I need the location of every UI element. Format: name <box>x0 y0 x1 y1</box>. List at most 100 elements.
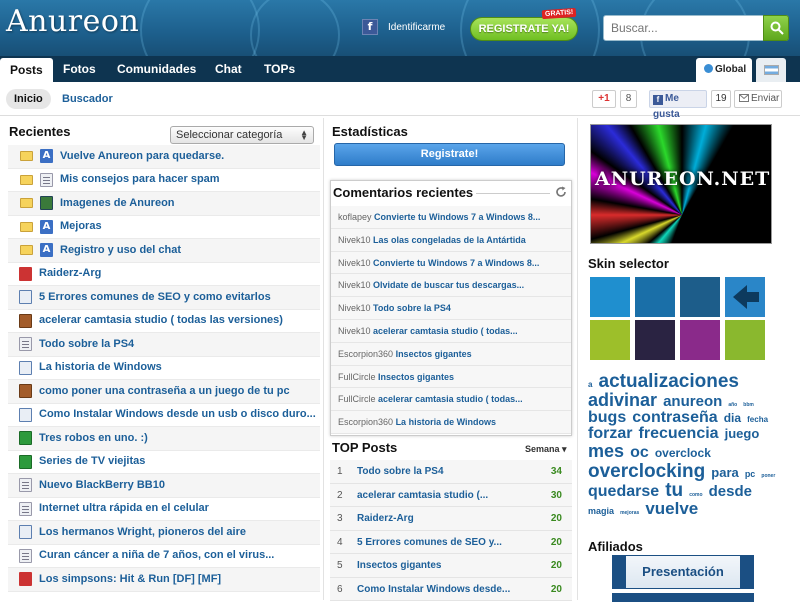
tag-link[interactable]: quedarse <box>588 483 659 500</box>
tag-link[interactable]: adivinar <box>588 390 657 410</box>
comment-item[interactable]: Nivek10 Las olas congeladas de la Antárt… <box>331 228 571 252</box>
send-button[interactable]: Enviar <box>734 90 782 108</box>
top-post-item[interactable]: 6 Como Instalar Windows desde... 20 <box>330 577 572 601</box>
site-logo[interactable]: Anureon <box>6 4 139 39</box>
affiliate-banner[interactable]: Presentación <box>612 555 754 589</box>
tag-link[interactable]: mes <box>588 441 624 461</box>
comment-item[interactable]: FullCircle acelerar camtasia studio ( to… <box>331 388 571 412</box>
tag-link[interactable]: actualizaciones <box>599 371 739 392</box>
comment-post-title[interactable]: Convierte tu Windows 7 a Windows 8... <box>374 212 540 222</box>
comment-item[interactable]: Nivek10 Olvidate de buscar tus descargas… <box>331 274 571 298</box>
tag-link[interactable]: como <box>689 492 702 498</box>
recent-post-item[interactable]: Como Instalar Windows desde un usb o dis… <box>8 404 320 427</box>
skin-swatch[interactable] <box>590 277 630 317</box>
country-selector[interactable] <box>756 58 786 82</box>
tab-tops[interactable]: TOPs <box>254 56 305 82</box>
tab-comunidades[interactable]: Comunidades <box>107 56 206 82</box>
tag-link[interactable]: oc <box>630 444 649 461</box>
tag-link[interactable]: tu <box>665 480 683 501</box>
recent-post-item[interactable]: Mis consejos para hacer spam <box>8 169 320 192</box>
skin-swatch[interactable] <box>590 320 630 360</box>
tag-link[interactable]: anureon <box>663 393 722 410</box>
top-period-select[interactable]: Semana ▾ <box>525 444 567 455</box>
comment-post-title[interactable]: acelerar camtasia studio ( todas... <box>378 394 523 404</box>
comment-item[interactable]: Nivek10 Todo sobre la PS4 <box>331 297 571 320</box>
top-post-item[interactable]: 1 Todo sobre la PS4 34 <box>330 460 572 484</box>
skin-swatch[interactable] <box>725 277 765 317</box>
tag-link[interactable]: año <box>728 402 737 408</box>
recent-post-item[interactable]: Curan cáncer a niña de 7 años, con el vi… <box>8 545 320 568</box>
comment-post-title[interactable]: Olvidate de buscar tus descargas... <box>373 280 524 290</box>
top-post-item[interactable]: 3 Raiderz-Arg 20 <box>330 507 572 531</box>
tag-link[interactable]: bugs <box>588 409 626 426</box>
comment-user[interactable]: FullCircle <box>338 394 376 404</box>
recent-post-item[interactable]: Internet ultra rápida en el celular <box>8 498 320 521</box>
recent-post-item[interactable]: A Mejoras <box>8 216 320 239</box>
skin-swatch[interactable] <box>635 320 675 360</box>
comment-item[interactable]: koflapey Convierte tu Windows 7 a Window… <box>331 206 571 229</box>
recent-post-item[interactable]: como poner una contraseña a un juego de … <box>8 380 320 404</box>
comment-user[interactable]: Nivek10 <box>338 326 371 336</box>
subnav-inicio[interactable]: Inicio <box>6 89 51 109</box>
comment-user[interactable]: Nivek10 <box>338 258 371 268</box>
comment-post-title[interactable]: acelerar camtasia studio ( todas... <box>373 326 518 336</box>
search-input[interactable] <box>604 16 764 40</box>
comment-post-title[interactable]: Insectos gigantes <box>378 372 454 382</box>
refresh-icon[interactable] <box>555 186 567 198</box>
comment-user[interactable]: koflapey <box>338 212 372 222</box>
recent-post-item[interactable]: Nuevo BlackBerry BB10 <box>8 474 320 498</box>
comment-user[interactable]: Escorpion360 <box>338 349 393 359</box>
category-select[interactable]: Seleccionar categoría ▲ ▼ <box>170 126 314 144</box>
comment-item[interactable]: Nivek10 Convierte tu Windows 7 a Windows… <box>331 251 571 275</box>
recent-post-item[interactable]: Los hermanos Wright, pioneros del aire <box>8 521 320 545</box>
comment-user[interactable]: FullCircle <box>338 372 376 382</box>
tag-link[interactable]: bbm <box>743 402 754 408</box>
comment-item[interactable]: Escorpion360 Insectos gigantes <box>331 342 571 366</box>
comment-post-title[interactable]: Todo sobre la PS4 <box>373 303 451 313</box>
recent-post-item[interactable]: Los simpsons: Hit & Run [DF] [MF] <box>8 568 320 592</box>
tag-link[interactable]: pc <box>745 469 756 479</box>
comment-user[interactable]: Nivek10 <box>338 280 371 290</box>
tab-chat[interactable]: Chat <box>205 56 252 82</box>
tag-link[interactable]: frecuencia <box>639 425 719 442</box>
search-button[interactable] <box>763 15 789 41</box>
tag-link[interactable]: para <box>711 465 738 480</box>
top-post-item[interactable]: 4 5 Errores comunes de SEO y... 20 <box>330 530 572 554</box>
register-wide-button[interactable]: Registrate! <box>334 143 565 166</box>
tag-link[interactable]: fecha <box>747 415 768 424</box>
comment-user[interactable]: Nivek10 <box>338 303 371 313</box>
tag-link[interactable]: juego <box>725 426 760 441</box>
recent-post-item[interactable]: Imagenes de Anureon <box>8 192 320 216</box>
tag-link[interactable]: mejoras <box>620 510 639 516</box>
recent-post-item[interactable]: Tres robos en uno. :) <box>8 427 320 451</box>
global-button[interactable]: Global <box>696 58 752 82</box>
facebook-login[interactable]: f Identificarme <box>362 19 445 35</box>
comment-post-title[interactable]: La historia de Windows <box>396 417 496 427</box>
recent-post-item[interactable]: La historia de Windows <box>8 357 320 380</box>
comment-post-title[interactable]: Insectos gigantes <box>396 349 472 359</box>
top-post-item[interactable]: 5 Insectos gigantes 20 <box>330 554 572 578</box>
register-button[interactable]: REGISTRATE YA! <box>470 17 578 41</box>
subnav-buscador[interactable]: Buscador <box>62 89 113 109</box>
tag-link[interactable]: overclocking <box>588 461 705 482</box>
comment-post-title[interactable]: Convierte tu Windows 7 a Windows 8... <box>373 258 539 268</box>
comment-user[interactable]: Escorpion360 <box>338 417 393 427</box>
tag-link[interactable]: desde <box>709 483 752 500</box>
recent-post-item[interactable]: A Vuelve Anureon para quedarse. <box>8 145 320 169</box>
tag-link[interactable]: forzar <box>588 425 632 442</box>
comment-item[interactable]: Nivek10 acelerar camtasia studio ( todas… <box>331 319 571 343</box>
google-plus-button[interactable]: +1 <box>592 90 616 108</box>
comment-item[interactable]: FullCircle Insectos gigantes <box>331 365 571 389</box>
tag-link[interactable]: magia <box>588 506 614 516</box>
recent-post-item[interactable]: A Registro y uso del chat <box>8 239 320 263</box>
comment-user[interactable]: Nivek10 <box>338 235 371 245</box>
comment-post-title[interactable]: Las olas congeladas de la Antártida <box>373 235 526 245</box>
skin-swatch[interactable] <box>725 320 765 360</box>
recent-post-item[interactable]: 5 Errores comunes de SEO y como evitarlo… <box>8 286 320 310</box>
skin-swatch[interactable] <box>680 277 720 317</box>
tab-posts[interactable]: Posts <box>0 58 53 82</box>
skin-swatch[interactable] <box>680 320 720 360</box>
tab-fotos[interactable]: Fotos <box>53 56 106 82</box>
tag-link[interactable]: poner <box>761 473 775 479</box>
top-post-item[interactable]: 2 acelerar camtasia studio (... 30 <box>330 483 572 507</box>
